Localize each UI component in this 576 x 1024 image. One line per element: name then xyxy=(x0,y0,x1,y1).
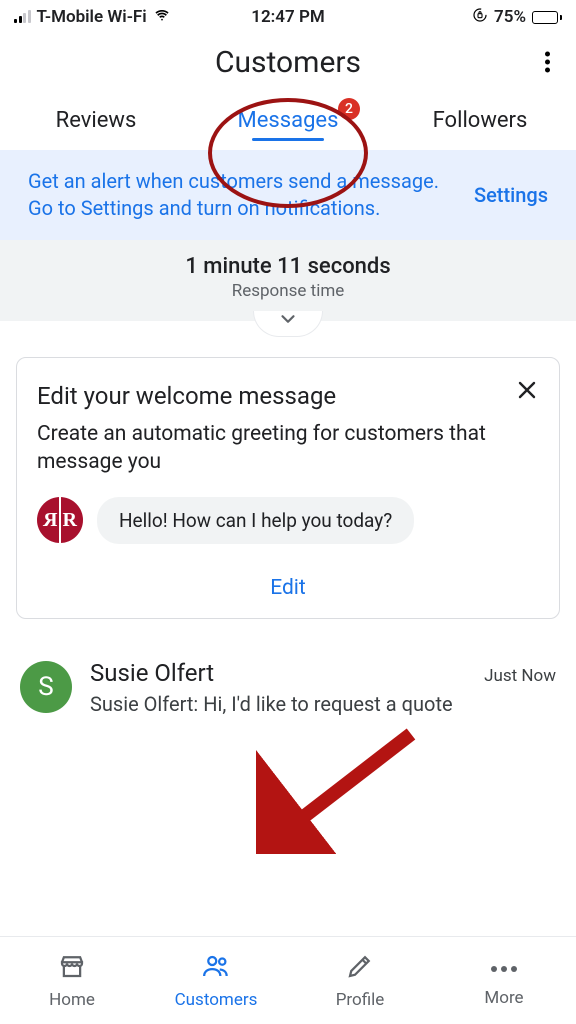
battery-pct-label: 75% xyxy=(494,7,526,27)
conversation-time: Just Now xyxy=(484,666,556,686)
nav-profile-label: Profile xyxy=(336,990,385,1010)
tab-messages-label: Messages xyxy=(238,108,339,133)
bottom-nav: Home Customers Profile More xyxy=(0,936,576,1024)
nav-customers[interactable]: Customers xyxy=(144,937,288,1024)
welcome-card-subtitle: Create an automatic greeting for custome… xyxy=(37,420,539,477)
battery-icon xyxy=(532,11,562,24)
avatar-initial: S xyxy=(38,672,53,702)
nav-home-label: Home xyxy=(49,990,95,1010)
expand-button[interactable] xyxy=(253,311,323,337)
orientation-lock-icon xyxy=(472,7,488,28)
nav-more[interactable]: More xyxy=(432,937,576,1024)
conversation-name: Susie Olfert xyxy=(90,659,214,687)
annotation-arrow xyxy=(256,724,426,854)
home-icon xyxy=(57,951,87,986)
response-time-label: Response time xyxy=(0,281,576,301)
close-card-button[interactable] xyxy=(509,372,545,412)
tab-followers-label: Followers xyxy=(433,108,528,133)
banner-settings-button[interactable]: Settings xyxy=(462,175,560,215)
nav-customers-label: Customers xyxy=(175,990,258,1010)
nav-profile[interactable]: Profile xyxy=(288,937,432,1024)
page-title: Customers xyxy=(215,45,361,80)
wifi-icon xyxy=(153,7,171,27)
tab-reviews-label: Reviews xyxy=(56,108,137,133)
chevron-down-icon xyxy=(277,314,299,334)
tab-followers[interactable]: Followers xyxy=(384,98,576,143)
nav-home[interactable]: Home xyxy=(0,937,144,1024)
response-time-value: 1 minute 11 seconds xyxy=(0,254,576,279)
notification-banner: Get an alert when customers send a messa… xyxy=(0,150,576,240)
clock-label: 12:47 PM xyxy=(251,7,325,27)
app-header: Customers xyxy=(0,34,576,90)
carrier-label: T-Mobile Wi-Fi xyxy=(37,7,147,27)
tab-reviews[interactable]: Reviews xyxy=(0,98,192,143)
edit-welcome-button[interactable]: Edit xyxy=(37,568,539,602)
user-avatar: S xyxy=(20,661,72,713)
status-bar: T-Mobile Wi-Fi 12:47 PM 75% xyxy=(0,0,576,34)
conversation-row[interactable]: S Susie Olfert Just Now Susie Olfert: Hi… xyxy=(0,647,576,728)
business-avatar: RR xyxy=(37,497,83,543)
close-icon xyxy=(515,387,539,406)
overflow-menu-button[interactable] xyxy=(537,44,558,81)
tab-messages[interactable]: Messages 2 xyxy=(192,98,384,143)
customers-icon xyxy=(201,951,231,986)
cellular-signal-icon xyxy=(14,11,31,23)
messages-badge: 2 xyxy=(338,98,360,120)
pencil-icon xyxy=(345,951,375,986)
response-time-block: 1 minute 11 seconds Response time xyxy=(0,240,576,321)
welcome-card-title: Edit your welcome message xyxy=(37,382,539,410)
banner-text: Get an alert when customers send a messa… xyxy=(28,168,450,222)
conversation-preview: Susie Olfert: Hi, I'd like to request a … xyxy=(90,691,556,718)
nav-more-label: More xyxy=(484,988,523,1008)
more-icon xyxy=(491,954,517,984)
welcome-message-preview: Hello! How can I help you today? xyxy=(97,497,414,544)
tabs: Reviews Messages 2 Followers xyxy=(0,90,576,150)
welcome-message-card: Edit your welcome message Create an auto… xyxy=(16,357,560,619)
